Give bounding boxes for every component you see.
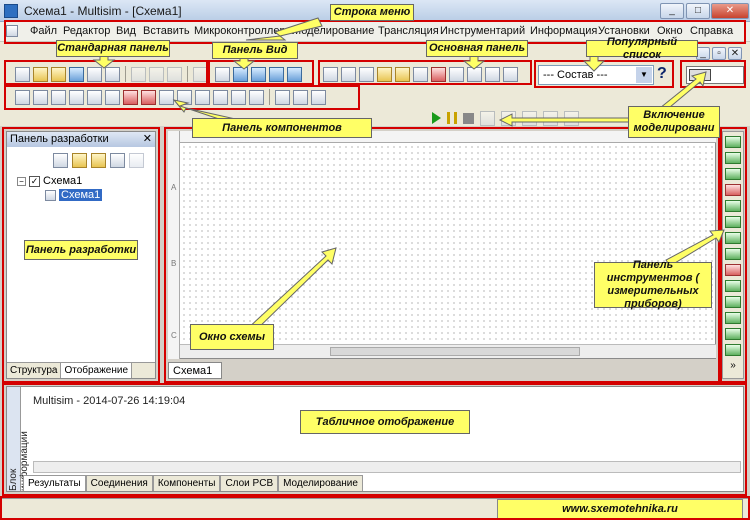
simulation-switch-highlight — [680, 60, 746, 88]
maximize-button[interactable]: □ — [686, 3, 710, 19]
callout-standard: Стандарная панель — [56, 40, 170, 57]
callout-instruments: Панель инструментов ( измерительных приб… — [594, 259, 712, 310]
callout-popular: Популярный список — [586, 36, 698, 61]
components-toolbar-highlight — [4, 85, 360, 110]
callout-design: Панель разработки — [24, 240, 138, 260]
analysis-icon[interactable] — [522, 110, 537, 126]
child-minimize-button[interactable]: _ — [696, 47, 710, 60]
step-icon[interactable] — [480, 110, 495, 126]
simulation-toolbar — [432, 108, 579, 128]
view-toolbar-highlight — [208, 60, 314, 85]
child-close-button[interactable]: ✕ — [728, 47, 742, 60]
multisim-app-icon — [4, 4, 18, 18]
postprocess-icon[interactable] — [543, 110, 558, 126]
popular-list-highlight — [534, 60, 674, 88]
callout-circuit: Окно схемы — [190, 324, 274, 350]
child-restore-button[interactable]: ▫ — [712, 47, 726, 60]
pause-icon[interactable] — [447, 112, 457, 124]
statusbar-highlight — [0, 496, 750, 520]
probe-icon[interactable] — [501, 110, 516, 126]
minimize-button[interactable]: _ — [660, 3, 684, 19]
window-title: Схема1 - Multisim - [Схема1] — [24, 4, 182, 18]
callout-main: Основная панель — [426, 40, 528, 57]
run-icon[interactable] — [432, 112, 441, 124]
callout-menu: Строка меню — [330, 4, 414, 21]
callout-view: Панель Вид — [212, 42, 298, 59]
callout-spreadsheet: Табличное отображение — [300, 410, 470, 434]
main-toolbar-highlight — [318, 60, 532, 85]
settings-icon[interactable] — [564, 110, 579, 126]
standard-toolbar-highlight — [4, 60, 208, 85]
stop-icon[interactable] — [463, 112, 474, 124]
spreadsheet-highlight — [2, 383, 747, 496]
callout-components: Панель компонентов — [192, 118, 372, 138]
callout-simulation: Включение моделировани — [628, 106, 720, 138]
close-button[interactable]: ✕ — [711, 3, 749, 19]
instruments-highlight — [720, 127, 747, 383]
